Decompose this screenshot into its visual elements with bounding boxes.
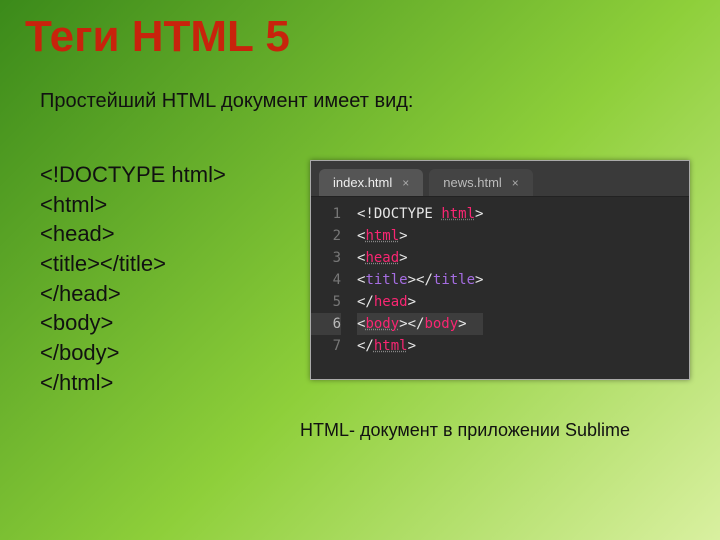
page-title: Теги HTML 5 — [25, 12, 290, 62]
editor-gutter: 1234567 — [311, 197, 349, 379]
line-number: 2 — [311, 225, 341, 247]
editor-tab-label: news.html — [443, 175, 502, 190]
close-icon[interactable]: × — [402, 176, 409, 190]
line-number: 6 — [311, 313, 341, 335]
line-number: 7 — [311, 335, 341, 357]
code-token: > — [399, 250, 407, 266]
code-line: <title></title> — [357, 269, 483, 291]
code-plain-line: <html> — [40, 190, 226, 220]
editor-code-lines: <!DOCTYPE html><html><head><title></titl… — [349, 197, 491, 379]
code-token: > — [458, 316, 466, 332]
line-number: 4 — [311, 269, 341, 291]
code-token: > — [408, 338, 416, 354]
editor-tab[interactable]: index.html × — [319, 169, 423, 196]
sublime-editor: index.html × news.html × 1234567 <!DOCTYPE … — [310, 160, 690, 380]
editor-code-area: 1234567 <!DOCTYPE html><html><head><titl… — [311, 197, 689, 379]
code-token: > — [475, 206, 483, 222]
code-token: head — [374, 294, 408, 310]
close-icon[interactable]: × — [512, 176, 519, 190]
code-token: </ — [416, 272, 433, 288]
line-number: 1 — [311, 203, 341, 225]
code-plain-line: <head> — [40, 219, 226, 249]
code-token: head — [365, 250, 399, 266]
slide: Теги HTML 5 Простейший HTML документ име… — [0, 0, 720, 540]
code-token: </ — [357, 338, 374, 354]
code-token: > — [475, 272, 483, 288]
intro-text: Простейший HTML документ имеет вид: — [40, 90, 413, 113]
code-token: html — [374, 338, 408, 354]
code-token: </ — [357, 294, 374, 310]
code-plain-line: <title></title> — [40, 249, 226, 279]
code-token: </ — [408, 316, 425, 332]
code-plain-line: <!DOCTYPE html> — [40, 160, 226, 190]
code-token: body — [424, 316, 458, 332]
code-line: <head> — [357, 247, 483, 269]
code-plain-block: <!DOCTYPE html><html><head><title></titl… — [40, 160, 226, 398]
code-line: </html> — [357, 335, 483, 357]
code-line: <body></body> — [357, 313, 483, 335]
editor-tab[interactable]: news.html × — [429, 169, 533, 196]
editor-tabbar: index.html × news.html × — [311, 161, 689, 197]
code-plain-line: <body> — [40, 308, 226, 338]
code-token: > — [408, 294, 416, 310]
code-token: > — [408, 272, 416, 288]
code-token: html — [441, 206, 475, 222]
code-token: title — [365, 272, 407, 288]
code-plain-line: </body> — [40, 338, 226, 368]
code-token: > — [399, 316, 407, 332]
line-number: 3 — [311, 247, 341, 269]
line-number: 5 — [311, 291, 341, 313]
code-token: title — [433, 272, 475, 288]
code-token: DOCTYPE — [374, 206, 433, 222]
code-line: </head> — [357, 291, 483, 313]
code-token: <! — [357, 206, 374, 222]
code-plain-line: </html> — [40, 368, 226, 398]
code-token: > — [399, 228, 407, 244]
code-token: html — [365, 228, 399, 244]
code-line: <html> — [357, 225, 483, 247]
code-token: body — [365, 316, 399, 332]
editor-tab-label: index.html — [333, 175, 392, 190]
editor-caption: HTML- документ в приложении Sublime — [300, 420, 630, 441]
code-plain-line: </head> — [40, 279, 226, 309]
code-line: <!DOCTYPE html> — [357, 203, 483, 225]
